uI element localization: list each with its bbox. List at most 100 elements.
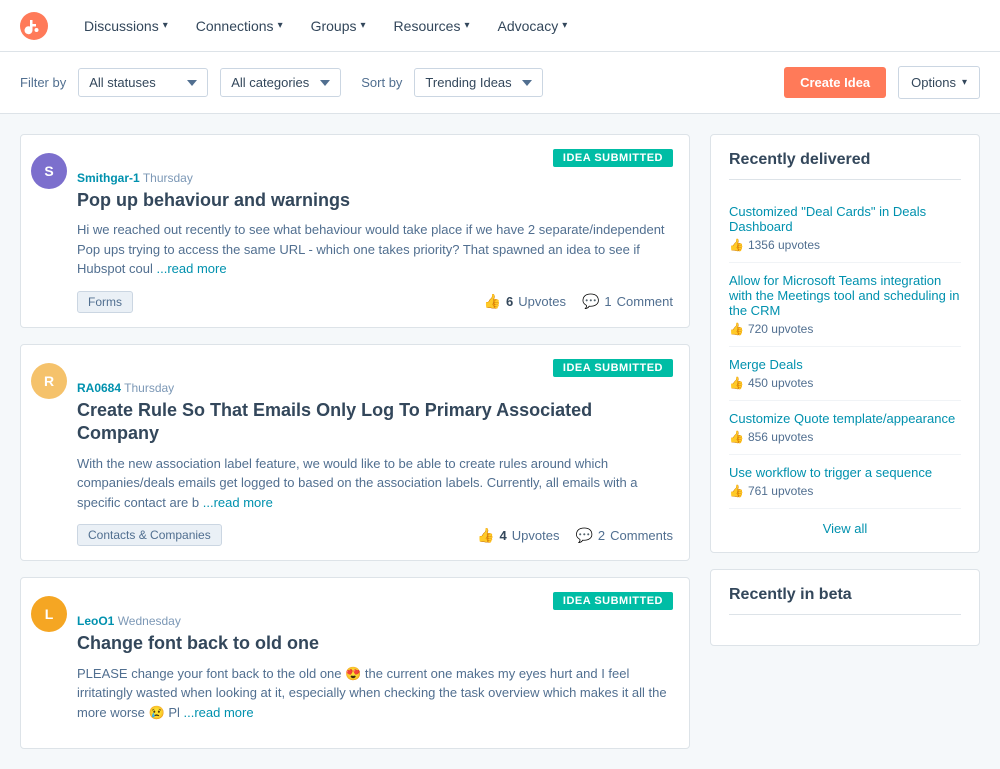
chevron-down-icon: ▾ xyxy=(361,20,366,31)
idea-card-header: Idea Submitted xyxy=(77,149,673,167)
sidebar-section-title: Recently delivered xyxy=(729,151,961,180)
sort-select[interactable]: Trending Ideas Newest Most Upvotes xyxy=(414,68,543,97)
main-layout: S Idea Submitted Smithgar-1 Thursday Pop… xyxy=(0,114,1000,769)
chevron-down-icon: ▾ xyxy=(562,20,567,31)
sidebar-column: Recently delivered Customized "Deal Card… xyxy=(710,134,980,749)
idea-title[interactable]: Change font back to old one xyxy=(77,632,673,655)
read-more-link[interactable]: ...read more xyxy=(184,705,254,720)
upvote-item: 👍 6 Upvotes xyxy=(484,293,566,310)
filter-by-label: Filter by xyxy=(20,75,66,90)
comment-icon: 💬 xyxy=(582,293,599,310)
status-badge: Idea Submitted xyxy=(553,149,673,167)
avatar-container: L xyxy=(21,578,77,748)
sort-by-label: Sort by xyxy=(361,75,402,90)
options-button[interactable]: Options ▾ xyxy=(898,66,980,99)
comment-icon: 💬 xyxy=(575,527,592,544)
idea-votes: 👍 6 Upvotes 💬 1 Comment xyxy=(484,293,673,310)
upvote-icon: 👍 xyxy=(729,238,744,252)
idea-title[interactable]: Create Rule So That Emails Only Log To P… xyxy=(77,399,673,446)
sidebar-item-link[interactable]: Customize Quote template/appearance xyxy=(729,411,961,426)
avatar: R xyxy=(31,363,67,399)
comment-item: 💬 2 Comments xyxy=(575,527,673,544)
recently-delivered-card: Recently delivered Customized "Deal Card… xyxy=(710,134,980,553)
category-filter[interactable]: All categories CRM Marketing Sales xyxy=(220,68,341,97)
status-badge: Idea Submitted xyxy=(553,592,673,610)
idea-excerpt: PLEASE change your font back to the old … xyxy=(77,664,673,723)
idea-date: Wednesday xyxy=(118,614,181,628)
sidebar-item: Customized "Deal Cards" in Deals Dashboa… xyxy=(729,194,961,263)
nav-item-connections[interactable]: Connections ▾ xyxy=(184,12,295,40)
idea-votes: 👍 4 Upvotes 💬 2 Comments xyxy=(477,527,673,544)
sidebar-section-title: Recently in beta xyxy=(729,586,961,615)
nav-links: Discussions ▾ Connections ▾ Groups ▾ Res… xyxy=(72,12,579,40)
nav-item-advocacy[interactable]: Advocacy ▾ xyxy=(486,12,580,40)
ideas-column: S Idea Submitted Smithgar-1 Thursday Pop… xyxy=(20,134,690,749)
nav-logo[interactable] xyxy=(20,12,48,40)
top-nav: Discussions ▾ Connections ▾ Groups ▾ Res… xyxy=(0,0,1000,52)
nav-item-groups[interactable]: Groups ▾ xyxy=(299,12,378,40)
sidebar-item-link[interactable]: Merge Deals xyxy=(729,357,961,372)
sidebar-upvotes: 👍 720 upvotes xyxy=(729,322,961,336)
upvote-icon: 👍 xyxy=(484,293,501,310)
chevron-down-icon: ▾ xyxy=(278,20,283,31)
sidebar-item-link[interactable]: Use workflow to trigger a sequence xyxy=(729,465,961,480)
sidebar-item-link[interactable]: Allow for Microsoft Teams integration wi… xyxy=(729,273,961,318)
sidebar-item: Merge Deals 👍 450 upvotes xyxy=(729,347,961,401)
create-idea-button[interactable]: Create Idea xyxy=(784,67,886,98)
idea-excerpt: With the new association label feature, … xyxy=(77,454,673,513)
idea-tag[interactable]: Forms xyxy=(77,291,133,313)
upvote-icon: 👍 xyxy=(729,430,744,444)
avatar: S xyxy=(31,153,67,189)
avatar-container: S xyxy=(21,135,77,327)
recently-in-beta-card: Recently in beta xyxy=(710,569,980,646)
chevron-down-icon: ▾ xyxy=(163,20,168,31)
avatar: L xyxy=(31,596,67,632)
sidebar-upvotes: 👍 450 upvotes xyxy=(729,376,961,390)
sidebar-upvotes: 👍 856 upvotes xyxy=(729,430,961,444)
sidebar-item: Use workflow to trigger a sequence 👍 761… xyxy=(729,455,961,509)
idea-username[interactable]: LeoO1 xyxy=(77,614,114,628)
read-more-link[interactable]: ...read more xyxy=(157,261,227,276)
status-filter[interactable]: All statuses Idea Submitted In Planning … xyxy=(78,68,208,97)
upvote-icon: 👍 xyxy=(729,322,744,336)
idea-username[interactable]: RA0684 xyxy=(77,381,121,395)
read-more-link[interactable]: ...read more xyxy=(203,495,273,510)
idea-meta: RA0684 Thursday xyxy=(77,381,673,395)
avatar-container: R xyxy=(21,345,77,560)
upvote-icon: 👍 xyxy=(477,527,494,544)
chevron-down-icon: ▾ xyxy=(464,20,469,31)
upvote-item: 👍 4 Upvotes xyxy=(477,527,559,544)
idea-excerpt: Hi we reached out recently to see what b… xyxy=(77,220,673,279)
idea-card-header: Idea Submitted xyxy=(77,592,673,610)
filter-bar: Filter by All statuses Idea Submitted In… xyxy=(0,52,1000,114)
idea-footer: Forms 👍 6 Upvotes 💬 1 Comment xyxy=(77,291,673,313)
idea-card: L Idea Submitted LeoO1 Wednesday Change … xyxy=(20,577,690,749)
chevron-down-icon: ▾ xyxy=(962,77,967,88)
idea-card-header: Idea Submitted xyxy=(77,359,673,377)
idea-title[interactable]: Pop up behaviour and warnings xyxy=(77,189,673,212)
upvote-icon: 👍 xyxy=(729,484,744,498)
idea-date: Thursday xyxy=(124,381,174,395)
sidebar-item-link[interactable]: Customized "Deal Cards" in Deals Dashboa… xyxy=(729,204,961,234)
upvote-icon: 👍 xyxy=(729,376,744,390)
idea-card: S Idea Submitted Smithgar-1 Thursday Pop… xyxy=(20,134,690,328)
idea-tag[interactable]: Contacts & Companies xyxy=(77,524,222,546)
idea-card-body: Idea Submitted LeoO1 Wednesday Change fo… xyxy=(77,578,689,748)
status-badge: Idea Submitted xyxy=(553,359,673,377)
idea-card-body: Idea Submitted RA0684 Thursday Create Ru… xyxy=(77,345,689,560)
nav-item-resources[interactable]: Resources ▾ xyxy=(382,12,482,40)
sidebar-item: Allow for Microsoft Teams integration wi… xyxy=(729,263,961,347)
comment-item: 💬 1 Comment xyxy=(582,293,673,310)
sidebar-item: Customize Quote template/appearance 👍 85… xyxy=(729,401,961,455)
idea-username[interactable]: Smithgar-1 xyxy=(77,171,140,185)
idea-meta: LeoO1 Wednesday xyxy=(77,614,673,628)
idea-card-body: Idea Submitted Smithgar-1 Thursday Pop u… xyxy=(77,135,689,327)
view-all-link[interactable]: View all xyxy=(729,521,961,536)
sidebar-upvotes: 👍 1356 upvotes xyxy=(729,238,961,252)
idea-date: Thursday xyxy=(143,171,193,185)
idea-meta: Smithgar-1 Thursday xyxy=(77,171,673,185)
sidebar-upvotes: 👍 761 upvotes xyxy=(729,484,961,498)
idea-footer: Contacts & Companies 👍 4 Upvotes 💬 2 Com… xyxy=(77,524,673,546)
idea-card: R Idea Submitted RA0684 Thursday Create … xyxy=(20,344,690,561)
nav-item-discussions[interactable]: Discussions ▾ xyxy=(72,12,180,40)
